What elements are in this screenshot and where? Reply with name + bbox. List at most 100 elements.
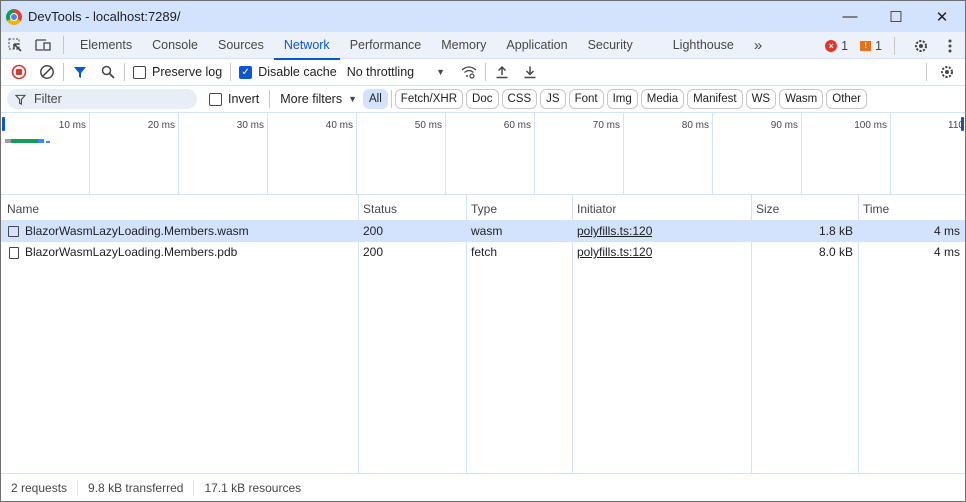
clear-icon[interactable] (33, 59, 61, 85)
close-button[interactable]: ✕ (919, 1, 965, 32)
preserve-log-label: Preserve log (152, 65, 223, 79)
table-row[interactable]: BlazorWasmLazyLoading.Members.wasm 200 w… (1, 221, 965, 242)
more-options-icon[interactable] (941, 33, 959, 59)
disable-cache-box[interactable]: ✓ (239, 65, 253, 79)
tab-elements[interactable]: Elements (70, 32, 142, 59)
request-bar-download (38, 139, 44, 143)
chip-all[interactable]: All (363, 89, 388, 109)
chip-font[interactable]: Font (568, 89, 604, 109)
overview-gridline (801, 113, 802, 194)
more-filters-dropdown[interactable]: More filters ▼ (280, 92, 357, 106)
warning-count-badge[interactable]: ! 1 (860, 39, 882, 53)
network-toolbar: Preserve log ✓ Disable cache No throttli… (1, 59, 965, 86)
throttling-select[interactable]: No throttling ▼ (347, 65, 445, 79)
tab-network[interactable]: Network (273, 32, 340, 60)
request-time: 4 ms (933, 245, 960, 259)
divider (485, 63, 487, 81)
minimize-button[interactable]: — (827, 1, 873, 32)
request-status: 200 (363, 224, 384, 238)
chip-js[interactable]: JS (540, 89, 566, 109)
request-size: 8.0 kB (818, 245, 853, 259)
throttling-value: No throttling (346, 65, 415, 79)
error-icon: × (825, 39, 838, 52)
column-header-size[interactable]: Size (756, 197, 779, 218)
column-divider[interactable] (858, 195, 859, 473)
chip-wasm[interactable]: Wasm (779, 89, 824, 109)
title-bar: DevTools - localhost:7289/ — ☐ ✕ (1, 1, 965, 32)
tab-sources[interactable]: Sources (208, 32, 274, 59)
network-settings-gear-icon[interactable] (933, 59, 961, 85)
more-tabs-icon[interactable]: » (744, 32, 772, 59)
inspect-element-icon[interactable] (1, 37, 29, 53)
column-divider[interactable] (466, 195, 467, 473)
record-stop-icon[interactable] (5, 59, 33, 85)
search-icon[interactable] (94, 59, 122, 85)
network-conditions-icon[interactable] (455, 59, 483, 85)
preserve-log-checkbox[interactable]: Preserve log (133, 65, 222, 79)
overview-gridline (178, 113, 179, 194)
chip-other[interactable]: Other (826, 89, 868, 109)
chrome-logo-icon (6, 8, 22, 25)
invert-box[interactable] (209, 92, 222, 106)
chip-fetch-xhr[interactable]: Fetch/XHR (394, 89, 464, 109)
chip-media[interactable]: Media (640, 89, 685, 109)
maximize-button[interactable]: ☐ (873, 1, 919, 32)
request-bar-wasm (5, 139, 45, 143)
request-name: BlazorWasmLazyLoading.Members.wasm (25, 224, 249, 238)
column-header-status[interactable]: Status (363, 197, 397, 218)
dropdown-arrow-icon: ▼ (348, 94, 358, 104)
overview-tick-label: 20 ms (147, 120, 175, 131)
tab-performance[interactable]: Performance (340, 32, 432, 59)
overview-gridline (356, 113, 357, 194)
tab-application[interactable]: Application (496, 32, 577, 59)
divider (77, 479, 79, 496)
export-har-icon[interactable] (516, 59, 544, 85)
chip-css[interactable]: CSS (501, 89, 538, 109)
filter-bar: Filter Invert More filters ▼ All Fetch/X… (1, 86, 965, 113)
request-size: 1.8 kB (818, 224, 853, 238)
chip-doc[interactable]: Doc (466, 89, 499, 109)
overview-tick-label: 40 ms (325, 120, 353, 131)
filter-input[interactable]: Filter (7, 89, 197, 109)
settings-gear-icon[interactable] (907, 33, 935, 59)
chip-manifest[interactable]: Manifest (687, 89, 743, 109)
overview-tick-label: 70 ms (592, 120, 620, 131)
divider (63, 36, 64, 54)
wasm-file-icon (8, 226, 19, 237)
column-header-name[interactable]: Name (7, 197, 39, 218)
column-divider[interactable] (572, 195, 573, 473)
disable-cache-checkbox[interactable]: ✓ Disable cache (239, 65, 337, 79)
request-count: 2 requests (11, 480, 68, 495)
tab-memory[interactable]: Memory (431, 32, 496, 59)
request-bar-pdb (46, 141, 50, 143)
error-count-badge[interactable]: × 1 (825, 39, 848, 53)
column-header-type[interactable]: Type (471, 197, 497, 218)
divider (926, 63, 927, 81)
overview-gridline (267, 113, 268, 194)
chip-img[interactable]: Img (606, 89, 638, 109)
tab-lighthouse[interactable]: Lighthouse (663, 32, 744, 59)
column-header-initiator[interactable]: Initiator (577, 197, 616, 218)
device-toolbar-icon[interactable] (29, 37, 57, 53)
tab-console[interactable]: Console (142, 32, 208, 59)
requests-table: Name Status Type Initiator Size Time Bla… (1, 195, 965, 473)
column-divider[interactable] (358, 195, 359, 473)
network-overview-timeline[interactable]: 10 ms 20 ms 30 ms 40 ms 50 ms 60 ms 70 ms 80 ms… (1, 113, 965, 195)
filter-funnel-icon (15, 94, 26, 105)
column-divider[interactable] (751, 195, 752, 473)
error-count: 1 (841, 38, 849, 53)
request-status: 200 (363, 245, 384, 259)
import-har-icon[interactable] (488, 59, 516, 85)
request-initiator-link[interactable]: polyfills.ts:120 (577, 242, 652, 263)
table-row[interactable]: BlazorWasmLazyLoading.Members.pdb 200 fe… (1, 242, 965, 263)
invert-checkbox[interactable]: Invert (209, 92, 259, 106)
column-header-time[interactable]: Time (863, 197, 889, 218)
preserve-log-box[interactable] (133, 65, 146, 79)
filter-icon[interactable] (66, 59, 94, 85)
chip-ws[interactable]: WS (745, 89, 777, 109)
tab-security[interactable]: Security (578, 32, 643, 59)
request-initiator-link[interactable]: polyfills.ts:120 (577, 221, 652, 242)
panel-tab-bar: Elements Console Sources Network Perform… (1, 32, 965, 60)
divider (124, 63, 125, 81)
overview-left-handle[interactable] (2, 117, 5, 131)
